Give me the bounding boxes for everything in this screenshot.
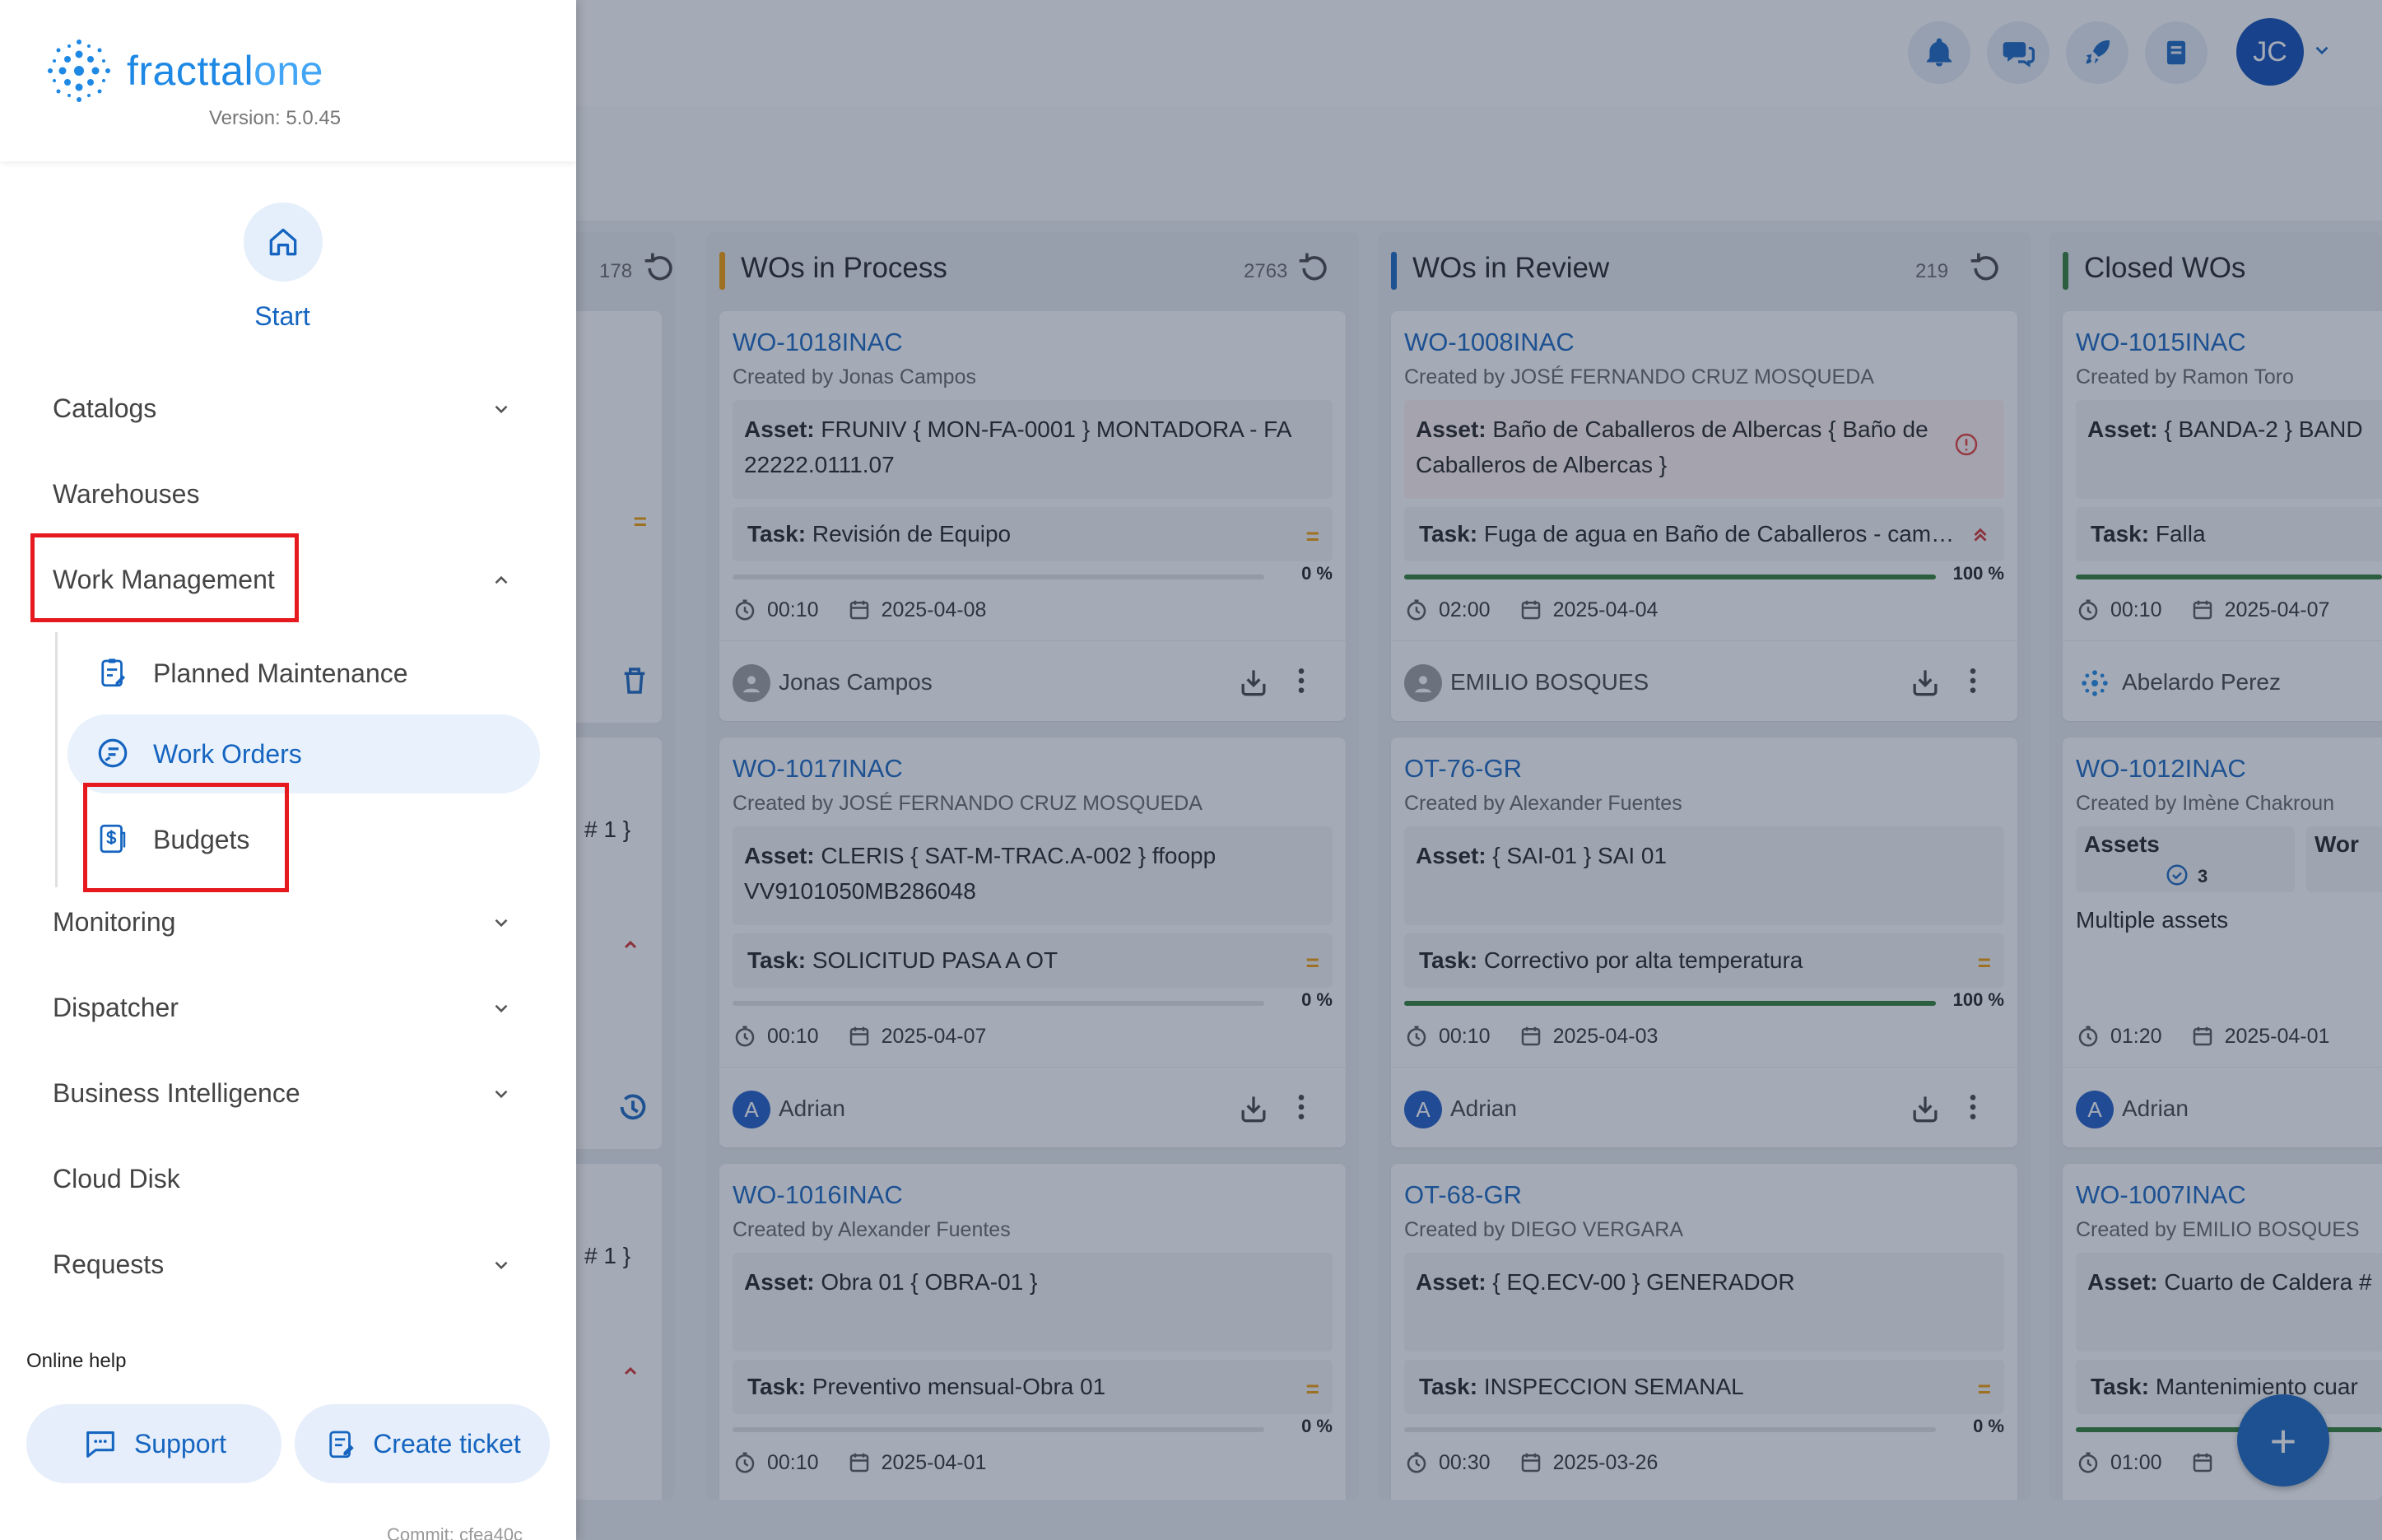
online-help-title: Online help xyxy=(26,1350,127,1372)
submenu-divider xyxy=(55,632,58,887)
support-label: Support xyxy=(133,1428,227,1459)
sidebar-item-dispatcher[interactable]: Dispatcher xyxy=(0,975,543,1040)
chevron-down-icon[interactable] xyxy=(491,912,512,933)
sidebar-header: fracttalone Version: 5.0.45 xyxy=(0,0,576,161)
home-icon xyxy=(269,228,297,256)
create-ticket-button[interactable]: Create ticket xyxy=(295,1404,550,1483)
sidebar-item-label: Business Intelligence xyxy=(53,1078,300,1108)
highlight-work-management xyxy=(30,533,299,622)
chevron-down-icon[interactable] xyxy=(491,1083,512,1105)
chat-support-icon xyxy=(81,1425,119,1463)
clipboard-edit-icon xyxy=(95,655,130,690)
ticket-icon xyxy=(323,1426,358,1461)
create-ticket-label: Create ticket xyxy=(373,1428,521,1459)
sidebar-drawer: fracttalone Version: 5.0.45 Start Catalo… xyxy=(0,0,576,1540)
sidebar-subitem-planned-maintenance[interactable]: Planned Maintenance xyxy=(67,634,540,713)
commit-hash: Commit: cfea40c xyxy=(387,1524,523,1540)
app-name: fracttalone xyxy=(127,48,323,94)
sidebar-item-monitoring[interactable]: Monitoring xyxy=(0,889,543,955)
sidebar-item-label: Cloud Disk xyxy=(53,1164,180,1193)
sidebar-subitem-label: Work Orders xyxy=(153,739,302,769)
sidebar-item-label: Catalogs xyxy=(53,393,157,423)
sidebar-item-label: Warehouses xyxy=(53,479,200,509)
sidebar-item-requests[interactable]: Requests xyxy=(0,1231,543,1297)
sidebar-item-cloud-disk[interactable]: Cloud Disk xyxy=(0,1146,543,1212)
support-button[interactable]: Support xyxy=(26,1404,281,1483)
chevron-down-icon[interactable] xyxy=(491,398,512,420)
chevron-down-icon[interactable] xyxy=(491,998,512,1019)
sidebar-item-warehouses[interactable]: Warehouses xyxy=(0,461,543,527)
sidebar-item-catalogs[interactable]: Catalogs xyxy=(0,375,543,441)
sidebar-item-business-intelligence[interactable]: Business Intelligence xyxy=(0,1060,543,1126)
sidebar-item-label: Dispatcher xyxy=(53,993,179,1022)
home-label[interactable]: Start xyxy=(0,301,565,332)
app-logo: fracttalone xyxy=(44,36,323,105)
chevron-up-icon[interactable] xyxy=(491,570,512,591)
fracttal-logo-icon xyxy=(48,40,110,102)
sidebar-item-label: Requests xyxy=(53,1249,165,1279)
sidebar-subitem-label: Planned Maintenance xyxy=(153,658,408,688)
highlight-budgets xyxy=(83,783,289,892)
work-orders-icon xyxy=(95,736,130,770)
chevron-down-icon[interactable] xyxy=(491,1254,512,1276)
app-version: Version: 5.0.45 xyxy=(209,107,342,129)
sidebar-subitem-work-orders[interactable]: Work Orders xyxy=(67,714,540,793)
home-button[interactable] xyxy=(244,202,323,281)
sidebar-item-label: Monitoring xyxy=(53,907,176,937)
